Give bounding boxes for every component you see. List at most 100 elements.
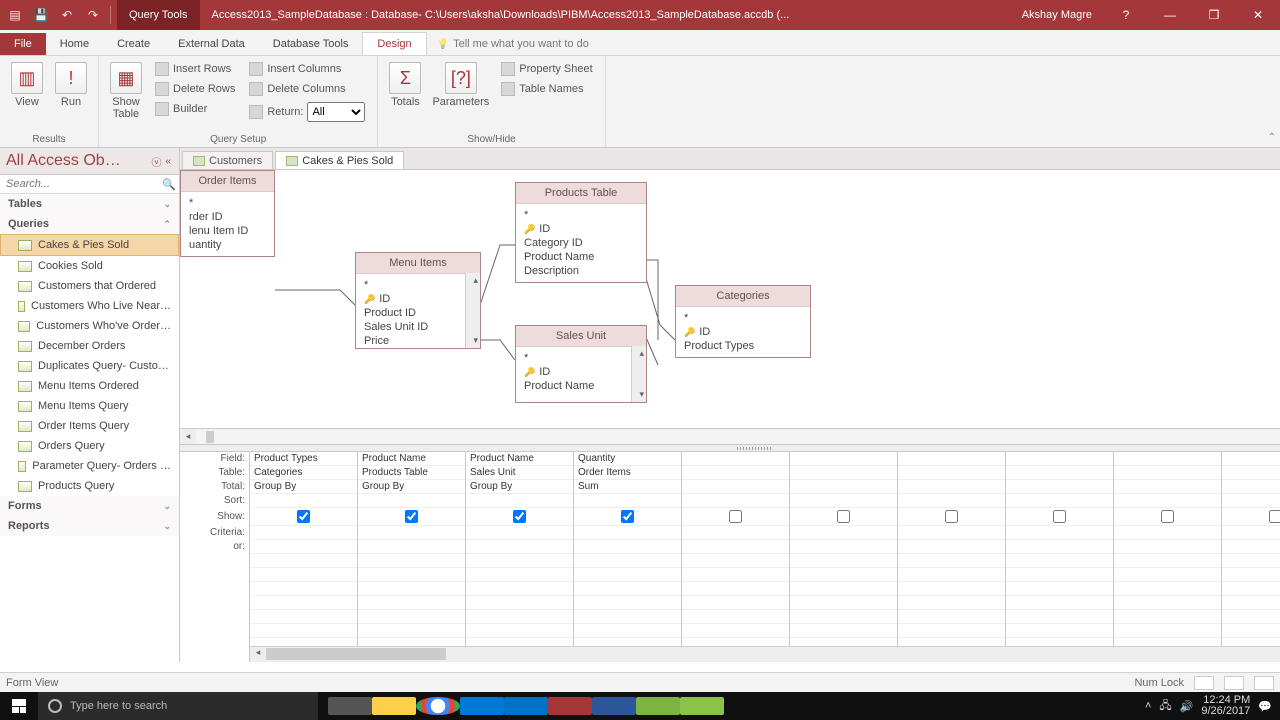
cell-blank[interactable] <box>1006 568 1113 582</box>
cell-blank[interactable] <box>790 624 897 638</box>
insert-rows-button[interactable]: Insert Rows <box>151 60 239 78</box>
scroll-left-icon[interactable]: ◂ <box>180 431 196 442</box>
field-id[interactable]: 🔑ID <box>682 325 804 339</box>
field-star[interactable]: * <box>362 278 474 292</box>
cell-sort[interactable] <box>358 494 465 508</box>
cell-blank[interactable] <box>1222 568 1280 582</box>
show-checkbox[interactable] <box>729 510 742 523</box>
grid-column[interactable] <box>1114 452 1222 662</box>
parameters-button[interactable]: [?]Parameters <box>430 58 491 112</box>
field-id[interactable]: 🔑ID <box>362 292 474 306</box>
grid-hscroll[interactable]: ◂ ▸ <box>250 646 1280 662</box>
cell-field[interactable]: Quantity <box>574 452 681 466</box>
cell-blank[interactable] <box>358 596 465 610</box>
show-checkbox[interactable] <box>513 510 526 523</box>
nav-query-item[interactable]: Cookies Sold <box>0 256 179 276</box>
cell-table[interactable] <box>1006 466 1113 480</box>
nav-query-item[interactable]: Menu Items Query <box>0 396 179 416</box>
outlook-icon[interactable] <box>504 692 548 720</box>
cell-criteria[interactable] <box>574 526 681 540</box>
grid-column[interactable] <box>1222 452 1280 662</box>
cell-or[interactable] <box>1222 540 1280 554</box>
cell-total[interactable] <box>898 480 1005 494</box>
cell-total[interactable] <box>1006 480 1113 494</box>
cell-blank[interactable] <box>1006 596 1113 610</box>
property-sheet-button[interactable]: Property Sheet <box>497 60 596 78</box>
cell-blank[interactable] <box>466 596 573 610</box>
task-view-icon[interactable] <box>328 692 372 720</box>
cell-criteria[interactable] <box>1006 526 1113 540</box>
search-icon[interactable]: 🔍 <box>159 175 179 193</box>
doctab-cakes-pies[interactable]: Cakes & Pies Sold <box>275 151 404 169</box>
cell-total[interactable]: Group By <box>358 480 465 494</box>
cell-blank[interactable] <box>250 568 357 582</box>
query-diagram[interactable]: Order Items * rder ID lenu Item ID uanti… <box>180 170 1280 428</box>
cell-blank[interactable] <box>1006 624 1113 638</box>
cell-blank[interactable] <box>1222 596 1280 610</box>
cell-field[interactable]: Product Name <box>466 452 573 466</box>
cell-criteria[interactable] <box>682 526 789 540</box>
cell-or[interactable] <box>574 540 681 554</box>
nav-group-queries[interactable]: Queries⌃ <box>0 214 179 234</box>
field-star[interactable]: * <box>522 351 640 365</box>
table-products[interactable]: Products Table * 🔑ID Category ID Product… <box>515 182 647 283</box>
cell-blank[interactable] <box>898 610 1005 624</box>
diagram-hscroll[interactable]: ◂ ▸ <box>180 428 1280 444</box>
tab-home[interactable]: Home <box>46 33 103 55</box>
view-datasheet-icon[interactable] <box>1194 676 1214 690</box>
grid-column[interactable]: QuantityOrder ItemsSum <box>574 452 682 662</box>
grid-column[interactable]: Product NameProducts TableGroup By <box>358 452 466 662</box>
user-name[interactable]: Akshay Magre <box>1010 9 1104 21</box>
cell-blank[interactable] <box>790 582 897 596</box>
cell-show[interactable] <box>1114 508 1221 526</box>
tell-me-input[interactable]: Tell me what you want to do <box>427 33 599 55</box>
nav-group-forms[interactable]: Forms⌄ <box>0 496 179 516</box>
cell-blank[interactable] <box>1006 554 1113 568</box>
cell-blank[interactable] <box>1222 624 1280 638</box>
grid-column[interactable] <box>1006 452 1114 662</box>
cell-blank[interactable] <box>682 568 789 582</box>
cell-field[interactable]: Product Types <box>250 452 357 466</box>
file-explorer-icon[interactable] <box>372 692 416 720</box>
cell-sort[interactable] <box>1006 494 1113 508</box>
save-icon[interactable]: 💾 <box>32 6 50 24</box>
nav-query-item[interactable]: Customers Who've Order… <box>0 316 179 336</box>
search-input[interactable] <box>0 175 159 193</box>
field-quantity[interactable]: uantity <box>187 238 268 252</box>
cell-blank[interactable] <box>574 596 681 610</box>
field-order-id[interactable]: rder ID <box>187 210 268 224</box>
cell-criteria[interactable] <box>1114 526 1221 540</box>
cell-blank[interactable] <box>466 624 573 638</box>
cell-or[interactable] <box>250 540 357 554</box>
tab-file[interactable]: File <box>0 33 46 55</box>
volume-icon[interactable]: 🔊 <box>1180 700 1194 713</box>
cell-criteria[interactable] <box>790 526 897 540</box>
cell-blank[interactable] <box>790 596 897 610</box>
nav-query-item[interactable]: Order Items Query <box>0 416 179 436</box>
nav-collapse-icon[interactable]: « <box>163 156 173 167</box>
cell-blank[interactable] <box>574 554 681 568</box>
cell-sort[interactable] <box>682 494 789 508</box>
cell-blank[interactable] <box>898 582 1005 596</box>
cell-criteria[interactable] <box>250 526 357 540</box>
nav-query-item[interactable]: December Orders <box>0 336 179 356</box>
field-sales-unit-id[interactable]: Sales Unit ID <box>362 320 474 334</box>
show-checkbox[interactable] <box>1053 510 1066 523</box>
cell-blank[interactable] <box>574 568 681 582</box>
cell-or[interactable] <box>1114 540 1221 554</box>
cell-blank[interactable] <box>1222 554 1280 568</box>
cell-or[interactable] <box>358 540 465 554</box>
cell-total[interactable] <box>682 480 789 494</box>
nav-group-tables[interactable]: Tables⌄ <box>0 194 179 214</box>
return-select[interactable]: All <box>307 102 365 122</box>
grid-column[interactable] <box>790 452 898 662</box>
scroll-down-icon[interactable]: ▾ <box>639 389 644 400</box>
field-product-id[interactable]: Product ID <box>362 306 474 320</box>
cell-blank[interactable] <box>250 554 357 568</box>
cell-blank[interactable] <box>1222 582 1280 596</box>
cell-table[interactable] <box>1114 466 1221 480</box>
cell-field[interactable] <box>898 452 1005 466</box>
table-categories[interactable]: Categories * 🔑ID Product Types <box>675 285 811 358</box>
cell-blank[interactable] <box>466 568 573 582</box>
nav-query-item[interactable]: Customers Who Live Near… <box>0 296 179 316</box>
